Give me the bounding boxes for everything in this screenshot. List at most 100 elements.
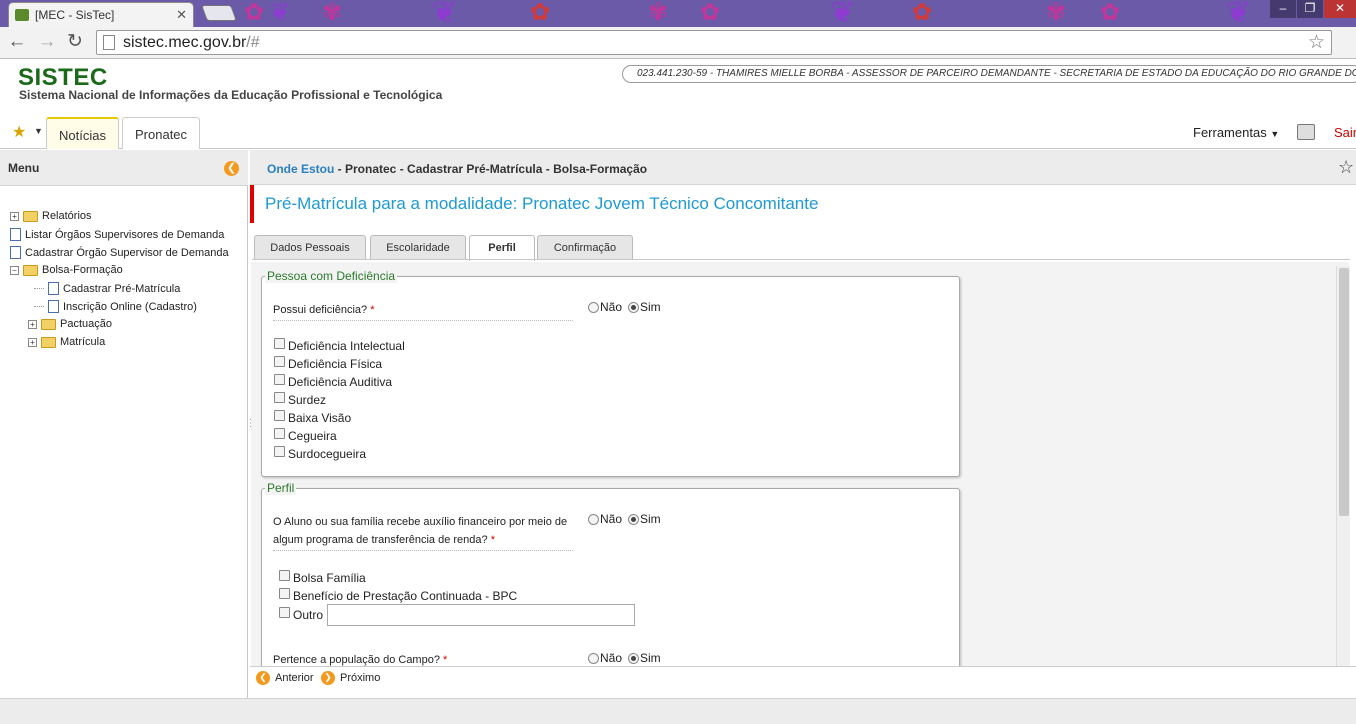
menu-item-pactuacao[interactable]: + Pactuação: [28, 318, 112, 330]
reload-icon[interactable]: ↻: [64, 31, 86, 53]
menu-item-cadastrar-orgao[interactable]: Cadastrar Órgão Supervisor de Demanda: [10, 246, 229, 259]
menu-item-label: Matrícula: [60, 336, 106, 348]
radio-label: Não: [600, 512, 623, 526]
tab-perfil[interactable]: Perfil: [469, 235, 535, 261]
checkbox-baixa-visao[interactable]: Baixa Visão: [274, 410, 351, 425]
document-icon: [10, 246, 21, 259]
scrollbar-thumb[interactable]: [1339, 268, 1349, 516]
butterfly-decoration: ❦: [830, 0, 856, 27]
favorites-star-icon[interactable]: ★: [12, 122, 26, 142]
radio-circle-selected[interactable]: [628, 652, 639, 664]
checkbox-deficiencia-fisica[interactable]: Deficiência Física: [274, 356, 382, 371]
browser-tab[interactable]: [MEC - SisTec] ✕: [8, 2, 194, 27]
restore-window-icon[interactable]: ❐: [1297, 0, 1323, 18]
checkbox-label: Cegueira: [288, 429, 337, 443]
checkbox-deficiencia-auditiva[interactable]: Deficiência Auditiva: [274, 374, 393, 389]
minimize-window-icon[interactable]: –: [1270, 0, 1296, 18]
arrow-left-icon: ❮: [256, 671, 270, 685]
checkbox-surdocegueira[interactable]: Surdocegueira: [274, 446, 366, 461]
tab-confirmacao[interactable]: Confirmação: [537, 235, 633, 260]
menu-item-relatorios[interactable]: + Relatórios: [10, 210, 92, 222]
radio-renda-nao[interactable]: Não: [586, 512, 622, 526]
checkbox-bolsa-familia[interactable]: Bolsa Família: [279, 570, 366, 585]
radio-label: Sim: [640, 651, 661, 665]
chevron-down-icon[interactable]: ▼: [34, 126, 43, 136]
checkbox-box[interactable]: [274, 446, 285, 457]
forward-arrow-icon[interactable]: →: [36, 31, 58, 53]
checkbox-box[interactable]: [274, 392, 285, 403]
radio-circle[interactable]: [588, 652, 599, 664]
radio-deficiencia-nao[interactable]: Não: [586, 300, 622, 314]
radio-label: Sim: [640, 300, 661, 314]
menu-item-matricula[interactable]: + Matrícula: [28, 336, 105, 348]
proximo-button[interactable]: ❯ Próximo: [321, 671, 380, 685]
menu-item-cadastrar-pre-matricula[interactable]: Cadastrar Pré-Matrícula: [34, 282, 180, 295]
checkbox-label: Surdez: [288, 393, 327, 407]
checkbox-outro[interactable]: Outro: [279, 604, 636, 626]
favorite-star-icon[interactable]: ☆: [1338, 157, 1354, 178]
checkbox-box[interactable]: [274, 410, 285, 421]
expand-icon[interactable]: +: [10, 211, 19, 221]
outro-input[interactable]: [327, 604, 636, 626]
butterfly-decoration: ❦: [270, 0, 291, 26]
butterfly-decoration: ❦: [432, 0, 458, 27]
radio-campo-nao[interactable]: Não: [586, 651, 622, 665]
tools-menu[interactable]: Ferramentas ▼: [1193, 125, 1279, 140]
tab-noticias[interactable]: Notícias: [46, 117, 119, 149]
logout-link[interactable]: Sair: [1334, 125, 1356, 140]
url-host: sistec.mec.gov.br: [123, 33, 247, 51]
collapse-icon[interactable]: −: [10, 265, 19, 275]
radio-circle-selected[interactable]: [628, 513, 639, 525]
menu-item-listar-orgaos[interactable]: Listar Órgãos Supervisores de Demanda: [10, 228, 224, 241]
close-window-icon[interactable]: ✕: [1324, 0, 1356, 18]
checkbox-box[interactable]: [279, 570, 290, 581]
favicon-icon: [15, 9, 29, 21]
checkbox-label: Deficiência Intelectual: [288, 339, 405, 353]
menu-item-label: Listar Órgãos Supervisores de Demanda: [25, 228, 225, 241]
folder-icon: [41, 318, 56, 330]
printer-icon[interactable]: [1297, 124, 1315, 140]
menu-item-bolsa-formacao[interactable]: − Bolsa-Formação: [10, 264, 123, 276]
radio-label: Não: [600, 651, 623, 665]
new-tab-button[interactable]: [201, 5, 237, 21]
butterfly-decoration: ✾: [648, 0, 669, 26]
expand-icon[interactable]: +: [28, 319, 37, 329]
tab-pronatec[interactable]: Pronatec: [122, 117, 201, 149]
tab-dados-pessoais[interactable]: Dados Pessoais: [254, 235, 366, 260]
question-label-line1: O Aluno ou sua família recebe auxílio fi…: [273, 516, 568, 528]
checkbox-bpc[interactable]: Benefício de Prestação Continuada - BPC: [279, 588, 517, 603]
checkbox-cegueira[interactable]: Cegueira: [274, 428, 337, 443]
tools-menu-label: Ferramentas: [1193, 125, 1267, 140]
menu-item-inscricao-online[interactable]: Inscrição Online (Cadastro): [34, 300, 197, 313]
folder-icon: [23, 210, 38, 222]
checkbox-box[interactable]: [274, 428, 285, 439]
address-bar[interactable]: sistec.mec.gov.br /# ☆: [96, 30, 1332, 55]
radio-circle-selected[interactable]: [628, 301, 639, 313]
checkbox-deficiencia-intelectual[interactable]: Deficiência Intelectual: [274, 338, 405, 353]
system-subtitle: Sistema Nacional de Informações da Educa…: [19, 88, 443, 102]
butterfly-decoration: ✾: [322, 0, 343, 26]
document-icon: [10, 228, 21, 241]
breadcrumb-prefix[interactable]: Onde Estou: [267, 162, 334, 176]
checkbox-box[interactable]: [274, 338, 285, 349]
anterior-button[interactable]: ❮ Anterior: [256, 671, 314, 685]
radio-renda-sim[interactable]: Sim: [626, 512, 661, 526]
checkbox-box[interactable]: [279, 588, 290, 599]
back-arrow-icon[interactable]: ←: [6, 31, 28, 53]
radio-campo-sim[interactable]: Sim: [626, 651, 661, 665]
bookmark-star-icon[interactable]: ☆: [1308, 31, 1325, 54]
radio-deficiencia-sim[interactable]: Sim: [626, 300, 661, 314]
fieldset-legend: Pessoa com Deficiência: [265, 269, 398, 283]
page-icon: [103, 35, 115, 50]
expand-icon[interactable]: +: [28, 337, 37, 347]
checkbox-box[interactable]: [274, 356, 285, 367]
checkbox-surdez[interactable]: Surdez: [274, 392, 327, 407]
checkbox-box[interactable]: [274, 374, 285, 385]
collapse-menu-icon[interactable]: ❮: [224, 161, 239, 176]
checkbox-label: Deficiência Auditiva: [288, 375, 393, 389]
radio-circle[interactable]: [588, 513, 599, 525]
close-tab-icon[interactable]: ✕: [176, 7, 187, 23]
tab-escolaridade[interactable]: Escolaridade: [370, 235, 466, 260]
radio-circle[interactable]: [588, 301, 599, 313]
checkbox-box[interactable]: [279, 607, 290, 618]
